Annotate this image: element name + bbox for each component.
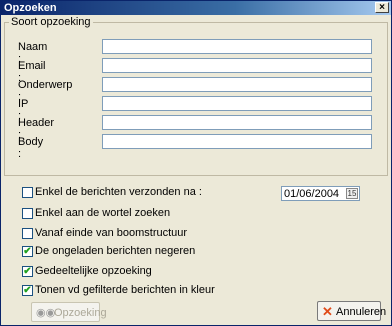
option-label: De ongeladen berichten negeren (35, 245, 196, 257)
date-value: 01/06/2004 (284, 188, 340, 200)
window-title: Opzoeken (4, 2, 57, 14)
field-label: Body : (18, 136, 44, 160)
date-picker[interactable]: 01/06/2004 15 (281, 186, 360, 201)
name-input[interactable] (102, 39, 372, 54)
calendar-icon[interactable]: 15 (346, 188, 358, 199)
checkbox[interactable]: ✔ (22, 285, 33, 296)
option-label: Vanaf einde van boomstructuur (35, 227, 188, 239)
body-input[interactable] (102, 134, 372, 149)
option-label: Tonen vd gefilterde berichten in kleur (35, 284, 215, 296)
cancel-button-label: Annuleren (336, 306, 387, 318)
title-bar[interactable]: Opzoeken × (1, 1, 391, 15)
search-dialog: Opzoeken × Soort opzoeking Naam : Email … (0, 0, 392, 326)
checkbox[interactable] (22, 208, 33, 219)
ip-input[interactable] (102, 96, 372, 111)
close-button[interactable]: × (375, 2, 389, 13)
checkbox[interactable] (22, 187, 33, 198)
option-label: Enkel aan de wortel zoeken (35, 207, 171, 219)
checkbox[interactable] (22, 228, 33, 239)
checkbox[interactable]: ✔ (22, 246, 33, 257)
search-button[interactable]: ◉◉ Opzoeking (31, 302, 107, 322)
email-input[interactable] (102, 58, 372, 73)
subject-input[interactable] (102, 77, 372, 92)
binoculars-icon: ◉◉ (36, 307, 56, 319)
header-input[interactable] (102, 115, 372, 130)
option-label: Enkel de berichten verzonden na : (35, 186, 202, 198)
checkbox[interactable]: ✔ (22, 266, 33, 277)
option-label: Gedeeltelijke opzoeking (35, 265, 152, 277)
x-icon: ✕ (322, 304, 333, 319)
group-legend: Soort opzoeking (9, 16, 93, 28)
search-button-label: Opzoeking (54, 307, 107, 319)
cancel-button[interactable]: ✕ Annuleren (317, 301, 386, 321)
